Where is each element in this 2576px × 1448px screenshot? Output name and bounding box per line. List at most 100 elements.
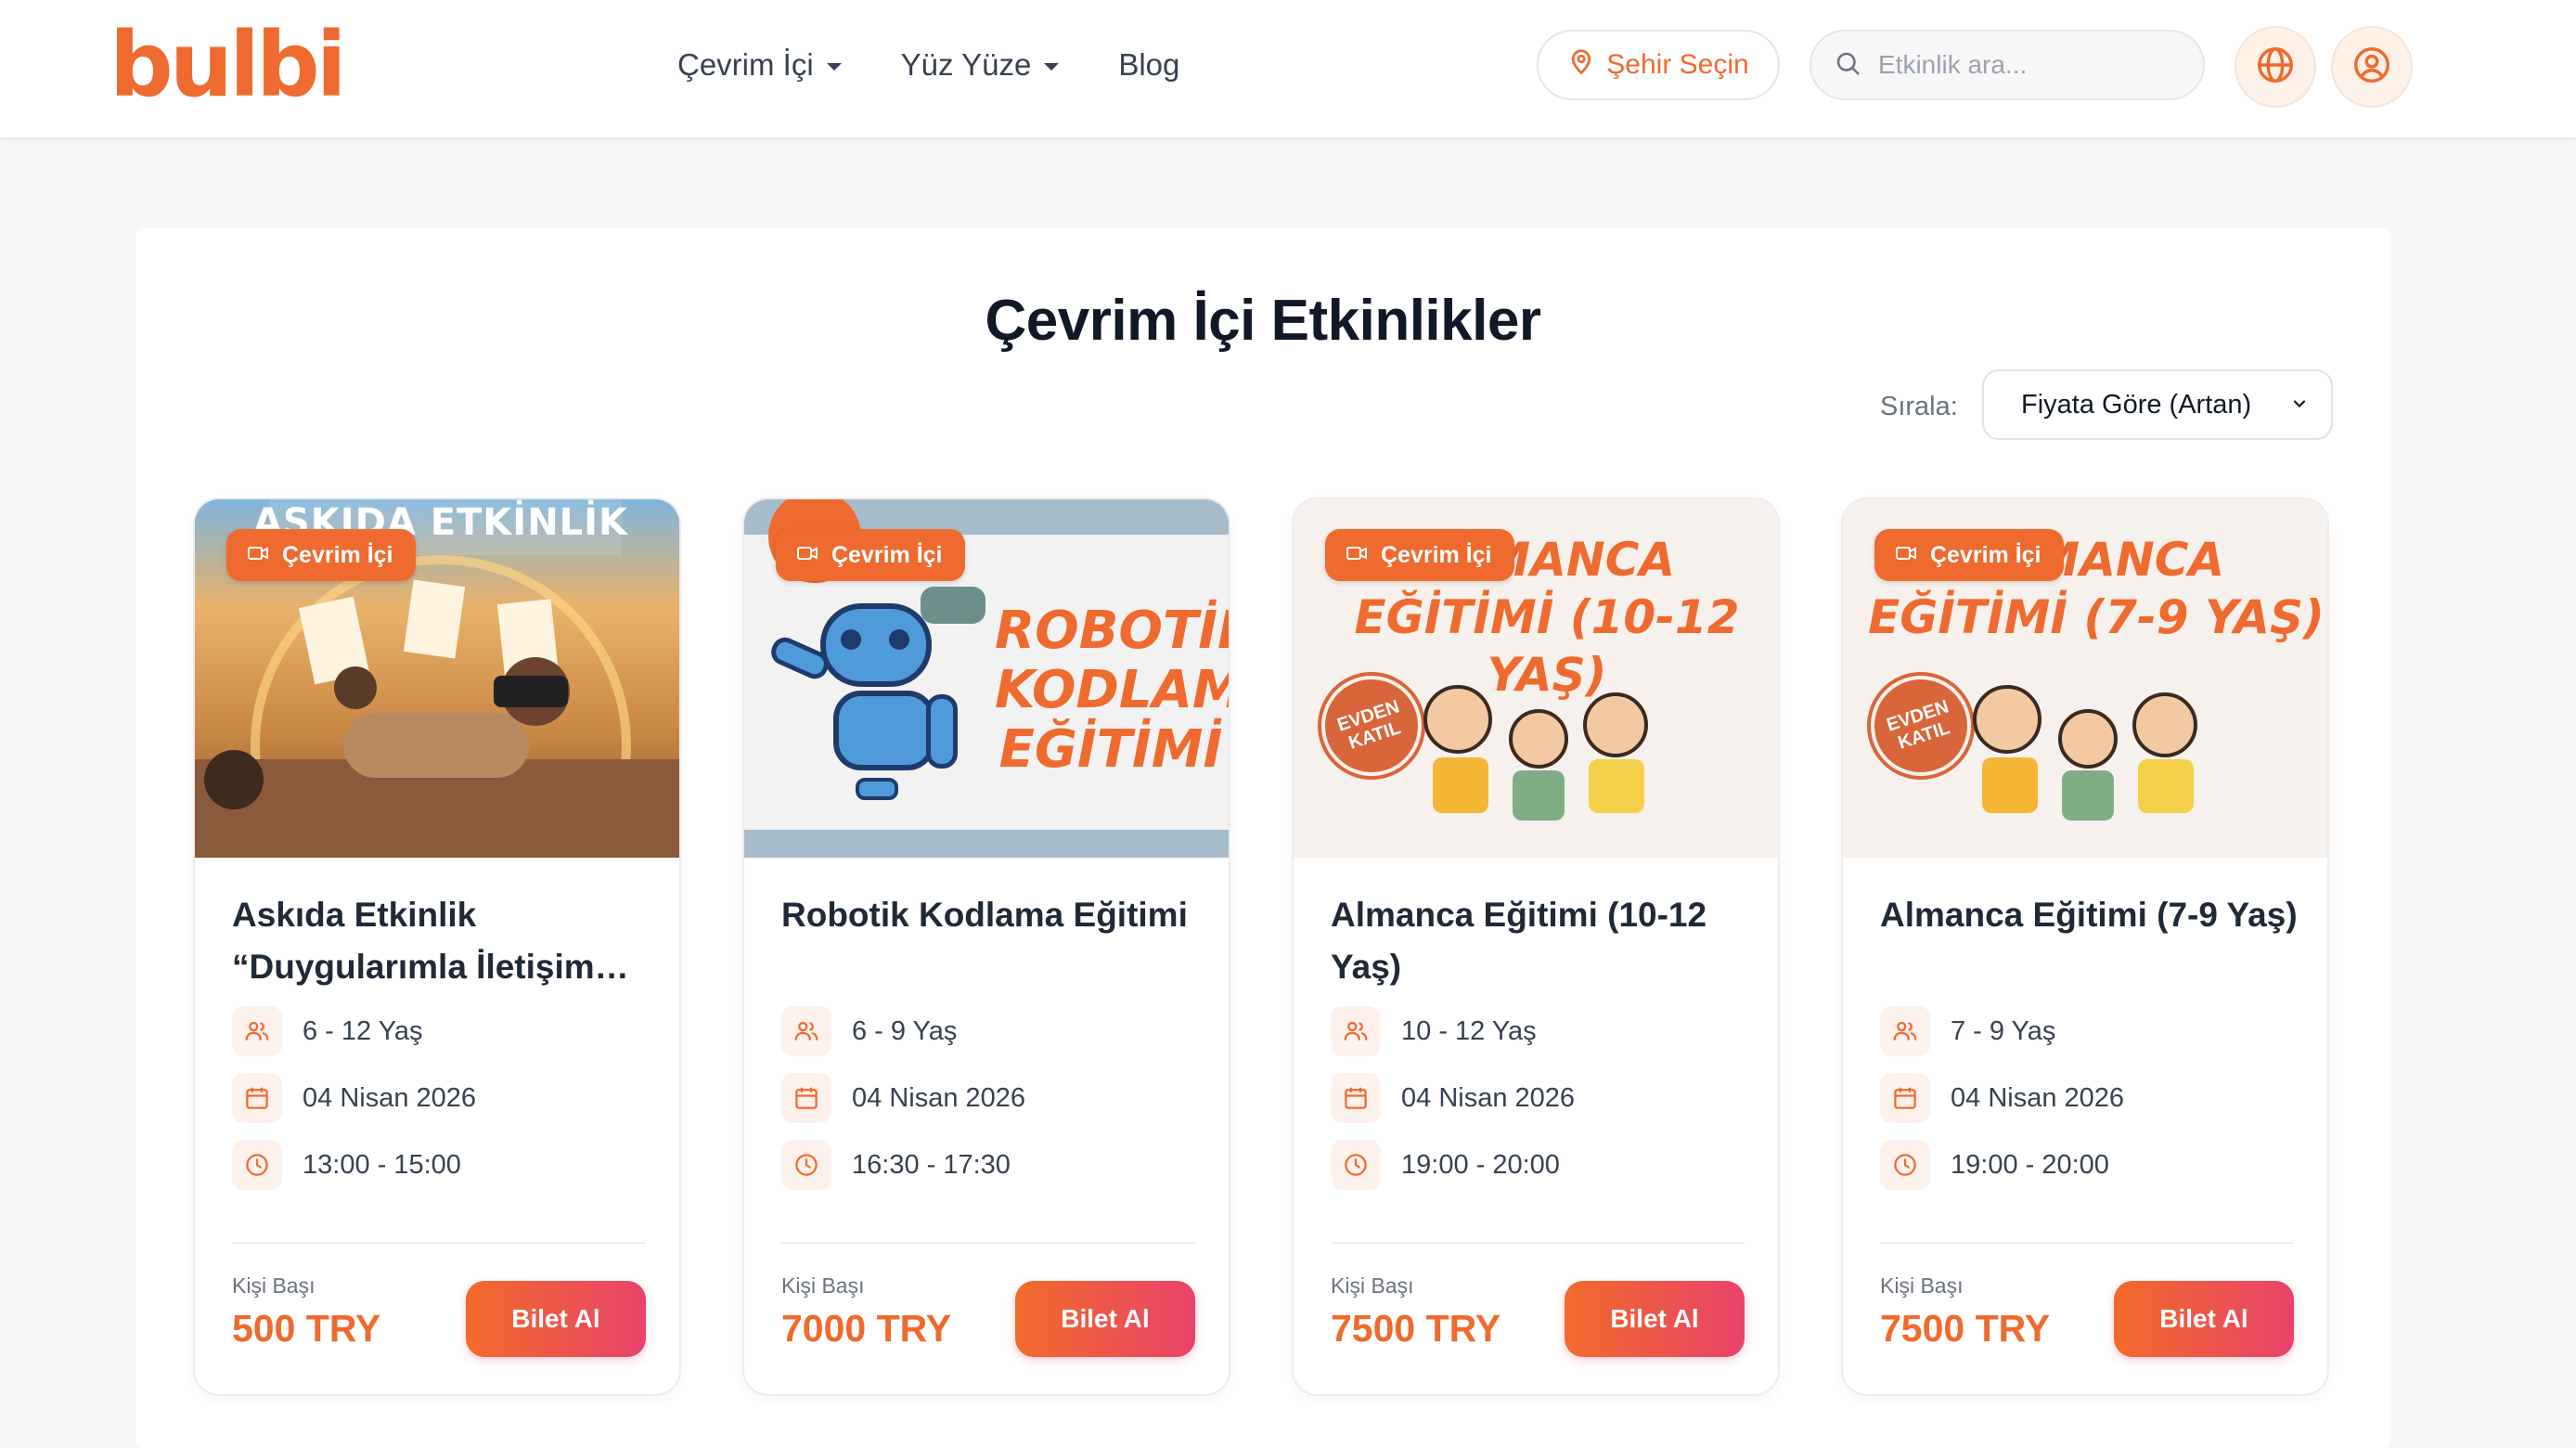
nav-item-label: Blog [1118,47,1180,82]
age-row: 10 - 12 Yaş [1331,1006,1537,1056]
online-badge: Çevrim İçi [1325,529,1514,581]
online-badge-label: Çevrim İçi [282,541,393,568]
time-row: 19:00 - 20:00 [1880,1140,2109,1190]
buy-ticket-button[interactable]: Bilet Al [466,1281,646,1357]
chevron-down-icon [1044,63,1060,71]
event-time: 16:30 - 17:30 [852,1149,1011,1180]
nav-item-blog[interactable]: Blog [1118,43,1179,87]
card-divider [1331,1242,1745,1244]
age-range: 6 - 9 Yaş [852,1015,958,1046]
video-camera-icon [796,542,818,569]
users-icon [1331,1006,1381,1056]
nav-item-online[interactable]: Çevrim İçi [677,43,842,87]
event-date: 04 Nisan 2026 [303,1082,477,1113]
age-range: 6 - 12 Yaş [303,1015,423,1046]
events-panel: Çevrim İçi Etkinlikler Sırala: Fiyata Gö… [135,228,2390,1448]
calendar-icon [781,1073,831,1123]
image-headline: ROBOTİK KODLAMA EĞİTİMİ [995,601,1229,780]
age-row: 7 - 9 Yaş [1880,1006,2055,1056]
calendar-icon [232,1073,282,1123]
online-badge: Çevrim İçi [226,529,416,581]
event-price: 7500 TRY [1880,1307,2051,1350]
top-header: bulbi Çevrim İçi Yüz Yüze Blog Şehir Seç… [0,0,2576,139]
video-camera-icon [1346,542,1368,569]
time-row: 13:00 - 15:00 [232,1140,461,1190]
event-card[interactable]: ALMANCA EĞİTİMİ (7-9 YAŞ) EVDEN KATIL Çe… [1841,498,2329,1396]
event-date: 04 Nisan 2026 [1951,1082,2125,1113]
select-city-label: Şehir Seçin [1606,49,1749,80]
sort-label: Sırala: [1880,392,1958,421]
search-input[interactable] [1878,50,2184,80]
event-time: 19:00 - 20:00 [1951,1149,2109,1180]
chevron-down-icon [826,63,842,71]
nav-item-label: Yüz Yüze [900,47,1032,82]
event-card[interactable]: ROBOTİK KODLAMA EĞİTİMİ Çevrim İçi Robot… [742,498,1230,1396]
stamp-label: EVDEN KATIL [1334,696,1404,754]
stamp-label: EVDEN KATIL [1884,696,1953,754]
event-card[interactable]: ASKIDA ETKİNLİK Çevrim İçi Askıda Etkinl… [193,498,681,1396]
users-icon [1880,1006,1930,1056]
nav-item-in-person[interactable]: Yüz Yüze [901,43,1060,87]
image-headline-line: EĞİTİMİ [998,719,1223,780]
users-icon [232,1006,282,1056]
event-title[interactable]: Almanca Eğitimi (7-9 Yaş) [1880,889,2298,941]
price-label: Kişi Başı [1880,1273,1964,1298]
video-camera-icon [247,542,269,569]
event-date: 04 Nisan 2026 [852,1082,1026,1113]
event-title[interactable]: Askıda Etkinlik “Duygularımla İletişim… [232,889,650,993]
map-pin-icon [1567,46,1595,84]
clock-icon [781,1140,831,1190]
buy-ticket-button[interactable]: Bilet Al [1015,1281,1195,1357]
language-button[interactable] [2235,26,2316,108]
event-card[interactable]: ALMANCA EĞİTİMİ (10-12 YAŞ) EVDEN KATIL … [1292,498,1780,1396]
sort-value: Fiyata Göre (Artan) [2021,389,2252,420]
age-row: 6 - 9 Yaş [781,1006,957,1056]
image-headline-line: EĞİTİMİ (7-9 YAŞ) [1868,590,2325,644]
select-city-button[interactable]: Şehir Seçin [1537,30,1780,100]
online-badge: Çevrim İçi [1874,529,2064,581]
event-time: 13:00 - 15:00 [303,1149,461,1180]
card-divider [781,1242,1195,1244]
main-nav: Çevrim İçi Yüz Yüze Blog [677,43,1179,87]
date-row: 04 Nisan 2026 [1880,1073,2124,1123]
account-button[interactable] [2331,26,2413,108]
calendar-icon [1331,1073,1381,1123]
image-headline-line: KODLAMA [995,660,1229,720]
page-title: Çevrim İçi Etkinlikler [985,289,1541,353]
calendar-icon [1880,1073,1930,1123]
event-price: 7000 TRY [781,1307,952,1350]
price-label: Kişi Başı [1331,1273,1414,1298]
clock-icon [232,1140,282,1190]
event-price: 7500 TRY [1331,1307,1501,1350]
price-label: Kişi Başı [232,1273,316,1298]
sort-select[interactable]: Fiyata Göre (Artan) [1982,369,2333,440]
online-badge-label: Çevrim İçi [831,541,943,568]
user-icon [2351,44,2393,91]
online-badge: Çevrim İçi [776,529,965,581]
online-badge-label: Çevrim İçi [1930,541,2041,568]
bulbi-logo[interactable]: bulbi [109,17,347,113]
clock-icon [1331,1140,1381,1190]
buy-ticket-button[interactable]: Bilet Al [1565,1281,1745,1357]
nav-item-label: Çevrim İçi [677,47,814,82]
image-headline-line: ROBOTİK [995,601,1229,661]
online-badge-label: Çevrim İçi [1381,541,1492,568]
event-title[interactable]: Robotik Kodlama Eğitimi [781,889,1199,941]
price-label: Kişi Başı [781,1273,865,1298]
chevron-down-icon [2290,390,2309,420]
video-camera-icon [1895,542,1917,569]
date-row: 04 Nisan 2026 [781,1073,1025,1123]
event-price: 500 TRY [232,1307,381,1350]
buy-ticket-button[interactable]: Bilet Al [2114,1281,2294,1357]
time-row: 16:30 - 17:30 [781,1140,1011,1190]
date-row: 04 Nisan 2026 [232,1073,476,1123]
search-box [1810,30,2205,100]
event-title[interactable]: Almanca Eğitimi (10-12 Yaş) [1331,889,1748,993]
age-row: 6 - 12 Yaş [232,1006,423,1056]
globe-icon [2254,44,2297,91]
age-range: 10 - 12 Yaş [1401,1015,1537,1046]
event-date: 04 Nisan 2026 [1401,1082,1576,1113]
card-divider [232,1242,646,1244]
clock-icon [1880,1140,1930,1190]
card-divider [1880,1242,2294,1244]
